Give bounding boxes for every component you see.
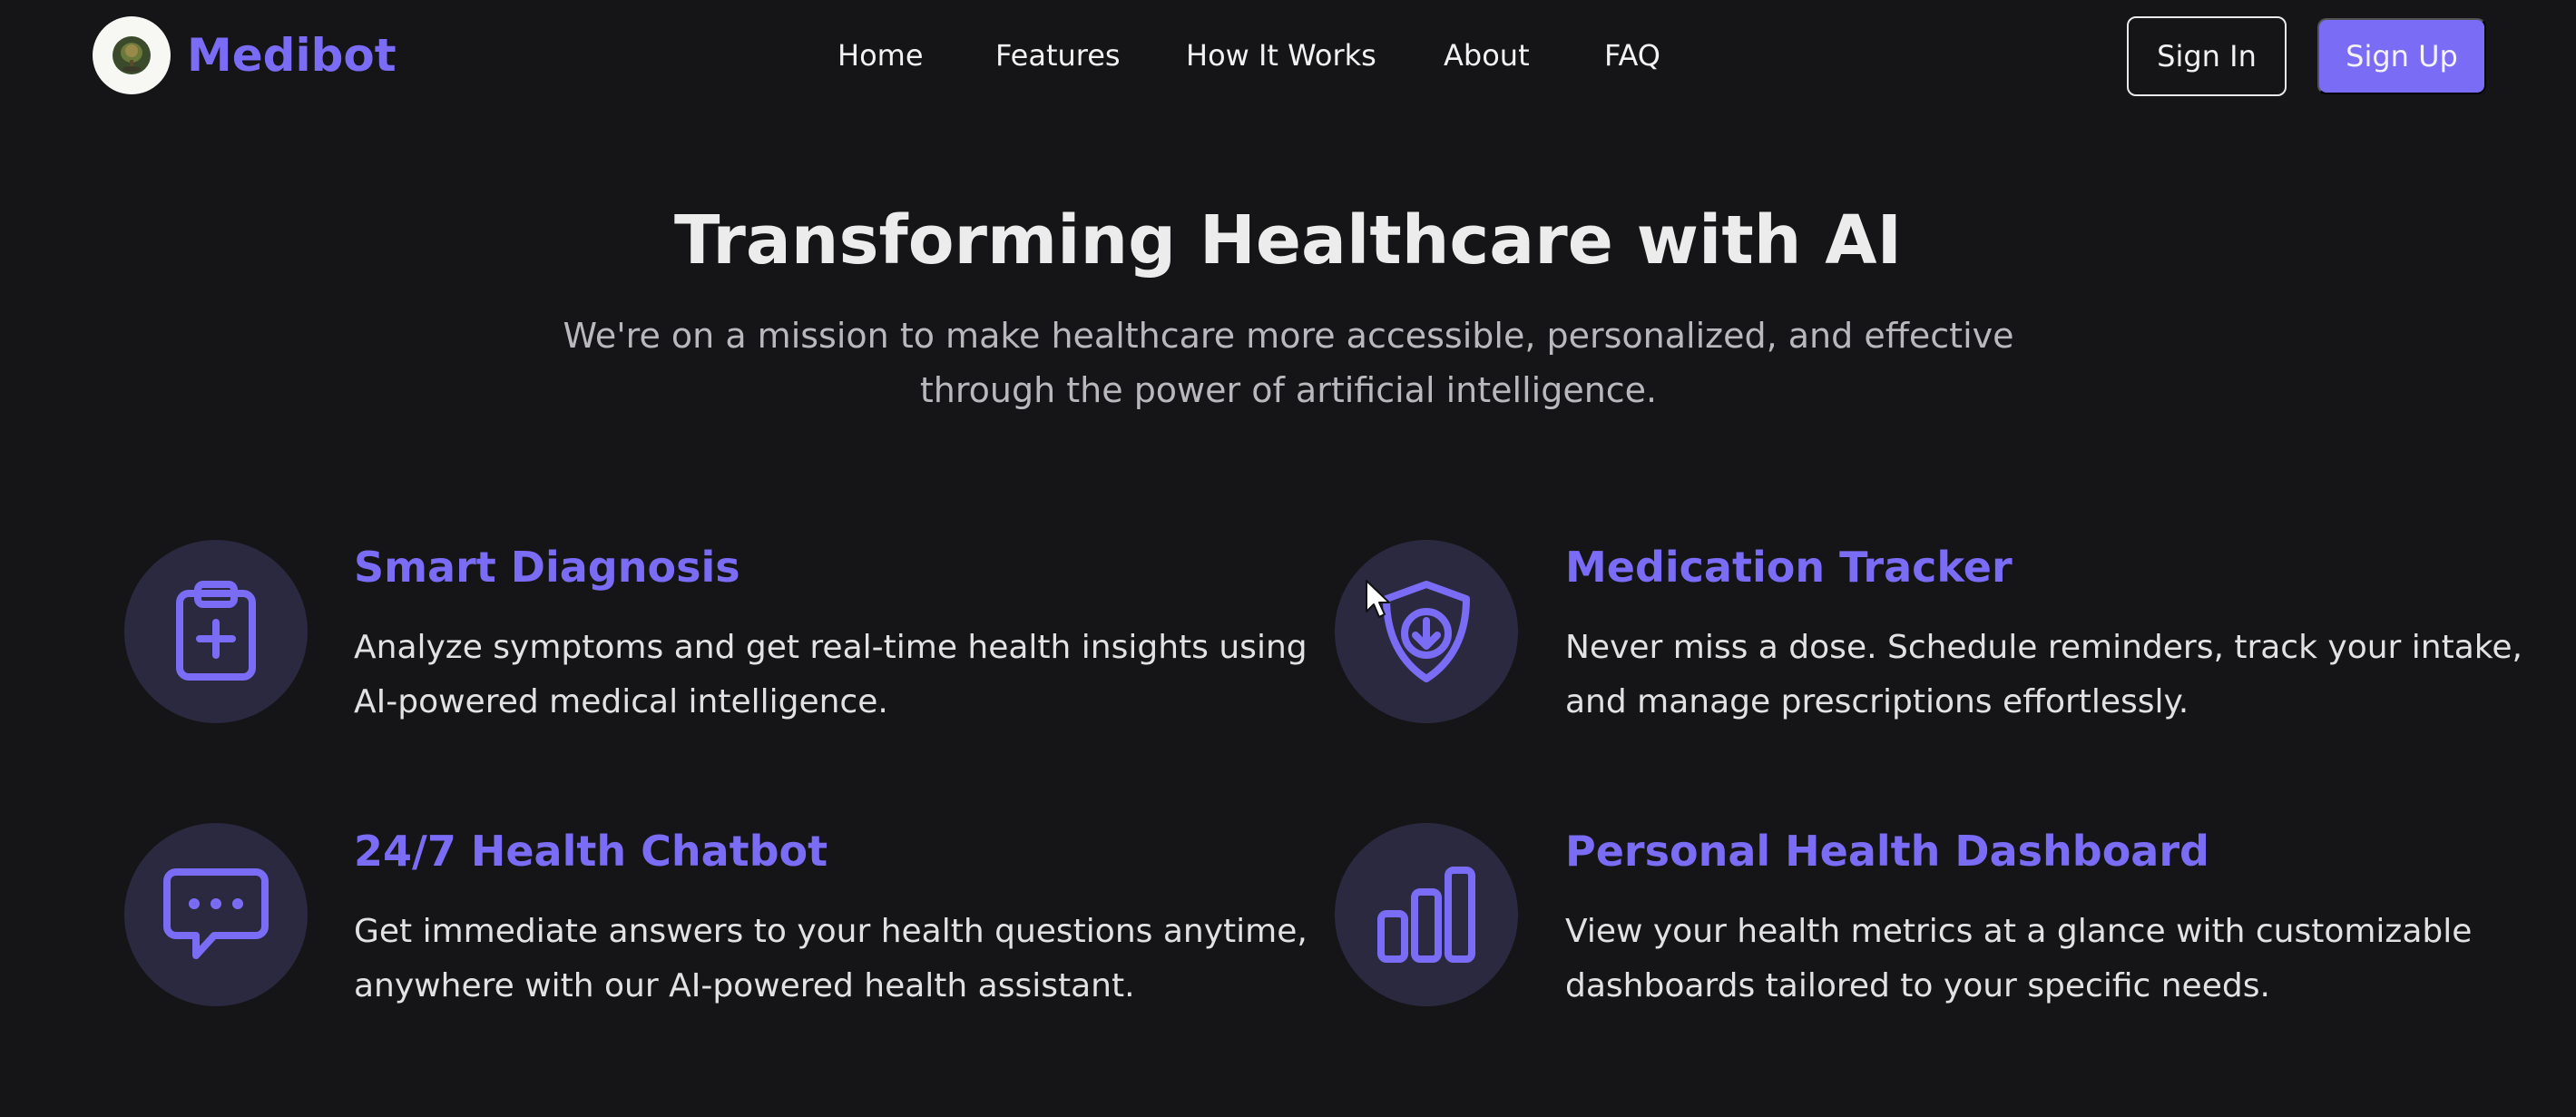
brand[interactable]: Medibot <box>93 16 397 94</box>
sign-up-button[interactable]: Sign Up <box>2317 18 2486 94</box>
feature-title: Medication Tracker <box>1565 543 2013 592</box>
feature-icon-circle <box>124 540 308 723</box>
bar-chart-icon <box>1377 867 1475 963</box>
feature-title: Personal Health Dashboard <box>1565 827 2209 876</box>
nav-link-about[interactable]: About <box>1444 38 1530 73</box>
feature-description: View your health metrics at a glance wit… <box>1565 905 2527 1014</box>
logo[interactable] <box>93 16 171 94</box>
feature-desc-line2: dashboards tailored to your specific nee… <box>1565 967 2270 1004</box>
feature-desc-line1: Never miss a dose. Schedule reminders, t… <box>1565 629 2522 666</box>
hero-subtitle-line1: We're on a mission to make healthcare mo… <box>563 316 2014 356</box>
sign-in-button[interactable]: Sign In <box>2127 16 2287 96</box>
leaf-emblem-icon <box>113 36 151 74</box>
feature-icon-circle <box>1335 823 1518 1006</box>
top-navbar: Medibot Home Features How It Works About… <box>0 0 2576 118</box>
feature-title: Smart Diagnosis <box>354 543 740 592</box>
hero-title: Transforming Healthcare with AI <box>674 201 1902 279</box>
brand-name[interactable]: Medibot <box>187 29 397 82</box>
feature-description: Analyze symptoms and get real-time healt… <box>354 621 1316 730</box>
feature-icon-circle <box>1335 540 1518 723</box>
page: Medibot Home Features How It Works About… <box>0 0 2576 1117</box>
hero-subtitle: We're on a mission to make healthcare mo… <box>563 309 2014 417</box>
nav-link-faq[interactable]: FAQ <box>1604 38 1660 73</box>
nav-link-features[interactable]: Features <box>995 38 1121 73</box>
nav-link-how-it-works[interactable]: How It Works <box>1186 38 1376 73</box>
mouse-cursor-icon <box>1366 580 1390 618</box>
feature-desc-line2: and manage prescriptions effortlessly. <box>1565 683 2189 720</box>
clipboard-plus-icon <box>176 581 256 681</box>
nav-link-home[interactable]: Home <box>837 38 924 73</box>
chat-bubble-icon <box>163 868 269 959</box>
feature-desc-line1: View your health metrics at a glance wit… <box>1565 913 2473 950</box>
feature-desc-line1: Analyze symptoms and get real-time healt… <box>354 629 1308 666</box>
feature-title: 24/7 Health Chatbot <box>354 827 828 876</box>
feature-description: Never miss a dose. Schedule reminders, t… <box>1565 621 2527 730</box>
feature-desc-line1: Get immediate answers to your health que… <box>354 913 1308 950</box>
hero-subtitle-line2: through the power of artificial intellig… <box>919 370 1658 410</box>
feature-desc-line2: anywhere with our AI-powered health assi… <box>354 967 1135 1004</box>
feature-desc-line2: AI-powered medical intelligence. <box>354 683 888 720</box>
feature-description: Get immediate answers to your health que… <box>354 905 1316 1014</box>
feature-icon-circle <box>124 823 308 1006</box>
